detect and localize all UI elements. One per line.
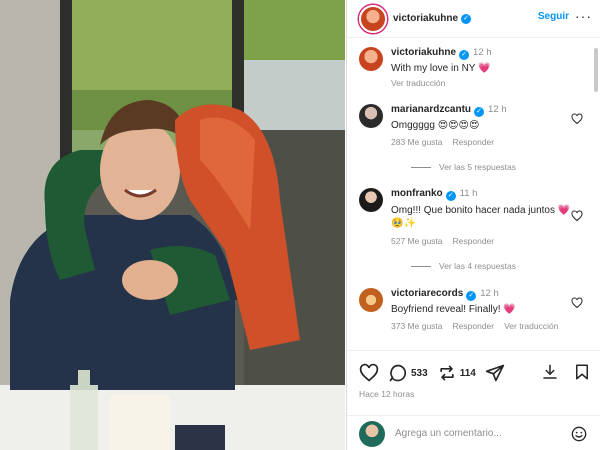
- post-photo[interactable]: [0, 0, 345, 450]
- like-button[interactable]: [359, 363, 379, 383]
- post-time-ago[interactable]: Hace 12 horas: [359, 389, 414, 399]
- emoji-icon[interactable]: [571, 426, 587, 442]
- verified-icon: ✓: [466, 291, 477, 301]
- comment-time[interactable]: 12 h: [488, 104, 507, 115]
- heart-icon: [359, 363, 379, 382]
- comment-avatar[interactable]: [359, 288, 383, 312]
- comment-avatar[interactable]: [359, 188, 383, 212]
- caption-text: With my love in NY 💗: [391, 63, 491, 74]
- comment-likes[interactable]: 527 Me gusta: [391, 236, 443, 246]
- add-comment-input[interactable]: [395, 428, 565, 439]
- repost-button[interactable]: 114: [437, 363, 476, 383]
- view-replies-link[interactable]: Ver las 5 respuestas: [411, 162, 589, 172]
- comment-likes[interactable]: 283 Me gusta: [391, 137, 443, 147]
- post-caption: victoriakuhne ✓ 12 h With my love in NY 💗 …: [359, 47, 595, 95]
- post-actions: 533 114 Hace 12 horas: [347, 350, 600, 450]
- share-button[interactable]: [485, 363, 505, 383]
- caption-username[interactable]: victoriakuhne: [391, 47, 456, 58]
- comment-reply-button[interactable]: Responder: [453, 321, 495, 331]
- repost-icon: [440, 365, 454, 381]
- verified-icon: ✓: [445, 191, 456, 201]
- comment-time[interactable]: 12 h: [480, 288, 499, 299]
- view-replies-link[interactable]: Ver las 4 respuestas: [411, 261, 589, 271]
- comment-translate-link[interactable]: Ver traducción: [504, 321, 558, 331]
- post-header: victoriakuhne ✓ Seguir ···: [347, 0, 600, 38]
- comment-time[interactable]: 11 h: [460, 188, 478, 199]
- comment-reply-button[interactable]: Responder: [453, 137, 495, 147]
- download-icon[interactable]: [541, 363, 559, 381]
- comment-item: marianardzcantu ✓ 12 h Omggggg 😍😍😍😍 283 Me…: [359, 104, 589, 172]
- comment-item: victoriarecords ✓ 12 h Boyfriend reveal! F…: [359, 288, 589, 331]
- post-image: [0, 0, 345, 450]
- caption-translate-link[interactable]: Ver traducción: [391, 78, 492, 88]
- author-avatar[interactable]: [359, 4, 387, 33]
- comment-text: Omggggg 😍😍😍😍: [391, 120, 480, 131]
- follow-button[interactable]: Seguir: [538, 11, 569, 22]
- comment-text: Omg!!! Que bonito hacer nada juntos 💗🥹✨: [391, 205, 571, 229]
- heart-icon[interactable]: [571, 210, 583, 222]
- heart-icon[interactable]: [571, 297, 583, 309]
- verified-icon: ✓: [461, 13, 472, 24]
- comment-item: monfranko ✓ 11 h Omg!!! Que bonito hacer n…: [359, 188, 589, 271]
- verified-icon: ✓: [459, 50, 470, 60]
- post-side-panel: victoriakuhne ✓ Seguir ··· victoriakuhne…: [346, 0, 600, 450]
- comment-username[interactable]: monfranko: [391, 188, 443, 199]
- comment-avatar[interactable]: [359, 104, 383, 128]
- more-icon[interactable]: ···: [575, 8, 592, 24]
- repost-count: 114: [459, 367, 476, 379]
- verified-icon: ✓: [474, 107, 485, 117]
- comment-reply-button[interactable]: Responder: [453, 236, 495, 246]
- comment-icon: [389, 364, 407, 382]
- add-comment-bar: [347, 415, 600, 450]
- current-user-avatar[interactable]: [359, 420, 385, 447]
- caption-avatar[interactable]: [359, 47, 383, 71]
- comment-username[interactable]: marianardzcantu: [391, 104, 471, 115]
- comment-likes[interactable]: 373 Me gusta: [391, 321, 443, 331]
- share-icon: [485, 364, 504, 382]
- scrollbar[interactable]: [594, 48, 598, 92]
- comment-button[interactable]: 533: [388, 363, 428, 383]
- save-icon[interactable]: [573, 363, 591, 381]
- heart-icon[interactable]: [571, 113, 583, 125]
- comment-username[interactable]: victoriarecords: [391, 288, 463, 299]
- author-username[interactable]: victoriakuhne: [393, 13, 458, 24]
- caption-time[interactable]: 12 h: [473, 47, 492, 58]
- comment-count: 533: [411, 367, 428, 379]
- comment-text: Boyfriend reveal! Finally! 💗: [391, 304, 516, 315]
